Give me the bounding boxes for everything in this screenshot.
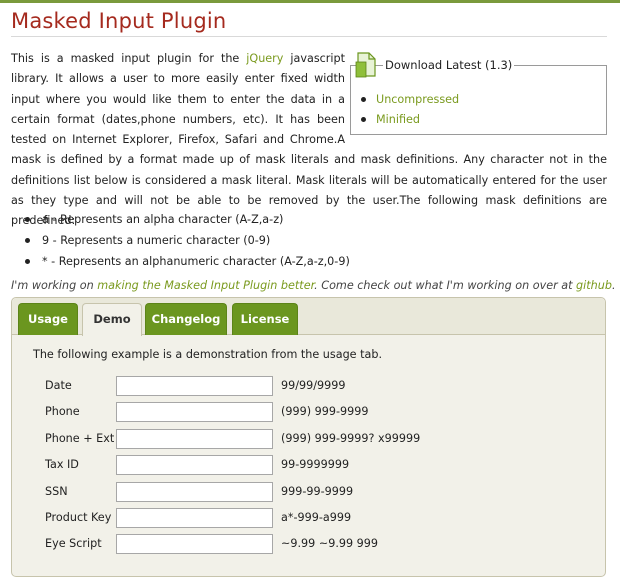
definition-item: 9 - Represents a numeric character (0-9) <box>25 230 350 251</box>
phone-input[interactable] <box>116 402 273 422</box>
working-text-1: I'm working on <box>11 279 98 292</box>
bullet-icon <box>361 96 366 102</box>
download-box: Download Latest (1.3) Uncompressed Minif… <box>350 52 607 135</box>
uncompressed-link[interactable]: Uncompressed <box>376 93 459 106</box>
product-key-input[interactable] <box>116 508 273 528</box>
field-label: Tax ID <box>45 458 79 471</box>
field-label: Phone <box>45 405 80 418</box>
field-row-product-key: Product Key a*-999-a999 <box>12 508 605 530</box>
document-icon <box>355 52 376 78</box>
working-note: I'm working on making the Masked Input P… <box>11 279 616 292</box>
bullet-icon <box>25 237 30 243</box>
download-links: Uncompressed Minified <box>361 90 459 130</box>
tab-changelog[interactable]: Changelog <box>145 303 227 335</box>
intro-text-start: This is a masked input plugin for the <box>11 52 247 65</box>
definition-item: * - Represents an alphanumeric character… <box>25 251 350 272</box>
tab-license[interactable]: License <box>232 303 298 335</box>
bullet-icon <box>361 116 366 122</box>
field-mask: a*-999-a999 <box>281 511 352 524</box>
definition-text: 9 - Represents a numeric character (0-9) <box>42 234 271 247</box>
mask-definitions-list: a - Represents an alpha character (A-Z,a… <box>25 209 350 272</box>
field-mask: (999) 999-9999? x99999 <box>281 432 421 445</box>
tabs-panel: Usage Demo Changelog License The followi… <box>11 297 606 577</box>
eye-script-input[interactable] <box>116 534 273 554</box>
tab-demo[interactable]: Demo <box>82 303 142 336</box>
tab-usage[interactable]: Usage <box>18 303 78 335</box>
title-divider <box>11 36 607 37</box>
field-label: Product Key <box>45 511 112 524</box>
improvement-link[interactable]: making the Masked Input Plugin better <box>97 279 314 292</box>
field-row-phone: Phone (999) 999-9999 <box>12 402 605 424</box>
demo-intro: The following example is a demonstration… <box>33 348 383 361</box>
bullet-icon <box>25 258 30 264</box>
field-row-eye-script: Eye Script ~9.99 ~9.99 999 <box>12 534 605 556</box>
tax-id-input[interactable] <box>116 455 273 475</box>
download-uncompressed-item[interactable]: Uncompressed <box>361 90 459 110</box>
github-link[interactable]: github <box>576 279 612 292</box>
working-text-2: . Come check out what I'm working on ove… <box>314 279 577 292</box>
field-mask: 99/99/9999 <box>281 379 346 392</box>
field-mask: ~9.99 ~9.99 999 <box>281 537 379 550</box>
tab-bar: Usage Demo Changelog License <box>12 298 605 336</box>
jquery-link[interactable]: jQuery <box>246 52 283 65</box>
field-mask: 999-99-9999 <box>281 485 354 498</box>
bullet-icon <box>25 216 30 222</box>
field-mask: (999) 999-9999 <box>281 405 369 418</box>
ssn-input[interactable] <box>116 482 273 502</box>
field-label: Date <box>45 379 72 392</box>
field-row-tax-id: Tax ID 99-9999999 <box>12 455 605 477</box>
field-label: SSN <box>45 485 68 498</box>
field-label: Eye Script <box>45 537 102 550</box>
date-input[interactable] <box>116 376 273 396</box>
field-row-ssn: SSN 999-99-9999 <box>12 482 605 504</box>
top-accent-bar <box>0 0 620 3</box>
definition-text: a - Represents an alpha character (A-Z,a… <box>42 213 284 226</box>
definition-text: * - Represents an alphanumeric character… <box>42 255 350 268</box>
working-text-3: . <box>611 279 616 292</box>
page-title: Masked Input Plugin <box>11 9 227 33</box>
field-row-date: Date 99/99/9999 <box>12 376 605 398</box>
download-minified-item[interactable]: Minified <box>361 110 459 130</box>
field-mask: 99-9999999 <box>281 458 350 471</box>
minified-link[interactable]: Minified <box>376 113 420 126</box>
field-row-phone-ext: Phone + Ext (999) 999-9999? x99999 <box>12 429 605 451</box>
phone-ext-input[interactable] <box>116 429 273 449</box>
definition-item: a - Represents an alpha character (A-Z,a… <box>25 209 350 230</box>
download-legend: Download Latest (1.3) <box>383 58 515 72</box>
field-label: Phone + Ext <box>45 432 115 445</box>
